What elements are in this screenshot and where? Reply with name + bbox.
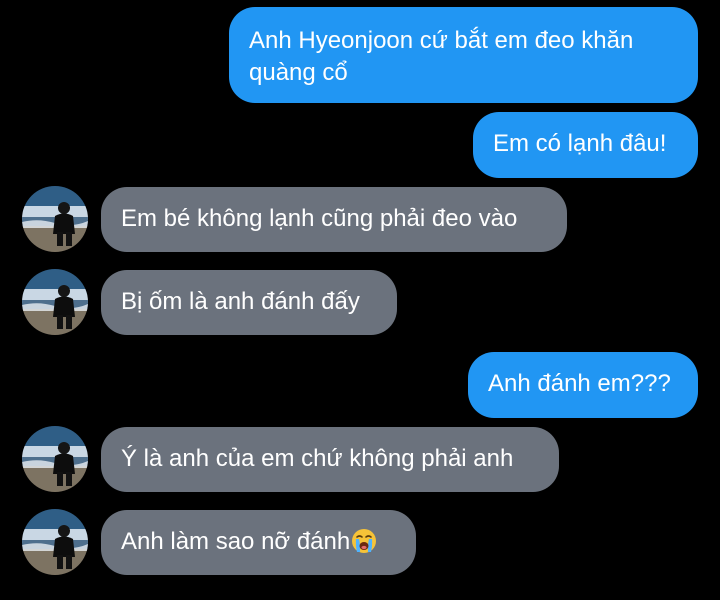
contact-avatar[interactable] bbox=[22, 509, 88, 575]
contact-avatar[interactable] bbox=[22, 186, 88, 252]
outgoing-message-bubble[interactable]: Anh đánh em??? bbox=[468, 352, 698, 418]
incoming-message-bubble[interactable]: Anh làm sao nỡ đánh bbox=[101, 510, 416, 575]
incoming-message-bubble[interactable]: Bị ốm là anh đánh đấy bbox=[101, 270, 397, 335]
loudly-crying-face-emoji-icon bbox=[351, 528, 377, 563]
message-text: Em có lạnh đâu! bbox=[493, 130, 667, 157]
message-text: Anh đánh em??? bbox=[488, 370, 671, 397]
outgoing-message-bubble[interactable]: Em có lạnh đâu! bbox=[473, 112, 698, 178]
incoming-message-bubble[interactable]: Ý là anh của em chứ không phải anh bbox=[101, 427, 559, 492]
contact-avatar[interactable] bbox=[22, 426, 88, 492]
message-text: Em bé không lạnh cũng phải đeo vào bbox=[121, 205, 518, 232]
avatar-photo-icon bbox=[22, 426, 88, 492]
contact-avatar[interactable] bbox=[22, 269, 88, 335]
message-text: Anh làm sao nỡ đánh bbox=[121, 528, 351, 555]
avatar-photo-icon bbox=[22, 269, 88, 335]
incoming-message-bubble[interactable]: Em bé không lạnh cũng phải đeo vào bbox=[101, 187, 567, 252]
message-text: Ý là anh của em chứ không phải anh bbox=[121, 445, 514, 472]
message-text: Bị ốm là anh đánh đấy bbox=[121, 288, 360, 315]
avatar-photo-icon bbox=[22, 509, 88, 575]
outgoing-message-bubble[interactable]: Anh Hyeonjoon cứ bắt em đeo khăn quàng c… bbox=[229, 7, 698, 103]
avatar-photo-icon bbox=[22, 186, 88, 252]
message-text: Anh Hyeonjoon cứ bắt em đeo khăn quàng c… bbox=[249, 27, 634, 86]
